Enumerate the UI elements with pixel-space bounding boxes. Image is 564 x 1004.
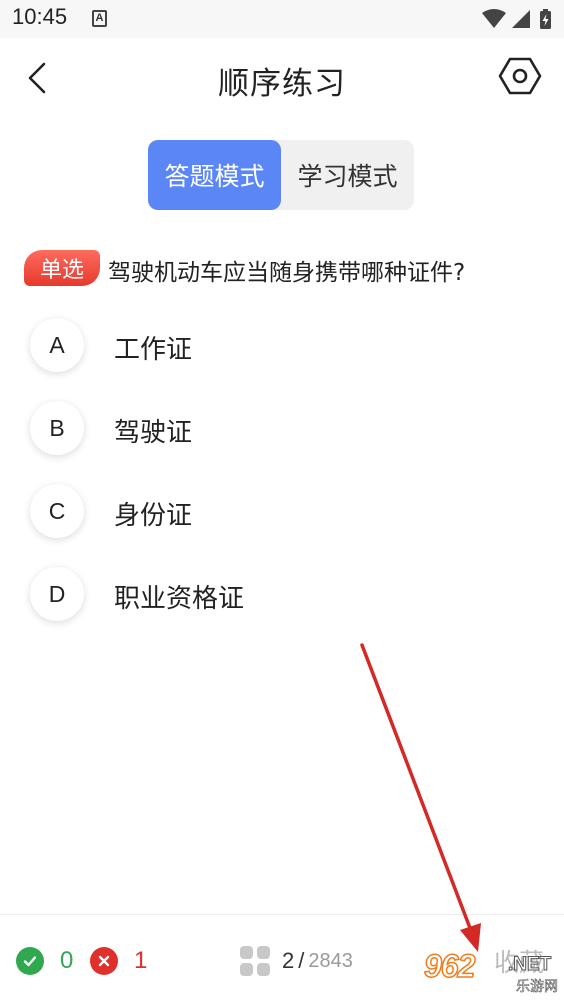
watermark-number: 962 xyxy=(423,947,476,985)
grid-icon xyxy=(240,946,270,976)
mode-switch: 答题模式 学习模式 xyxy=(148,140,414,210)
check-circle-icon xyxy=(16,947,44,975)
tab-answer-mode[interactable]: 答题模式 xyxy=(148,140,281,210)
question: 单选 驾驶机动车应当随身携带哪种证件? xyxy=(24,250,544,288)
option-d[interactable]: D 职业资格证 xyxy=(30,567,530,627)
signal-icon xyxy=(512,10,530,28)
x-circle-icon xyxy=(90,947,118,975)
option-letter: C xyxy=(30,484,84,538)
watermark-net: .NET xyxy=(507,954,552,976)
hexagon-settings-icon xyxy=(498,57,542,95)
status-icons xyxy=(482,8,554,30)
progress-separator: / xyxy=(298,948,305,973)
question-type-badge: 单选 xyxy=(24,250,100,286)
option-b[interactable]: B 驾驶证 xyxy=(30,401,530,461)
option-text: 驾驶证 xyxy=(114,418,193,448)
option-c[interactable]: C 身份证 xyxy=(30,484,530,544)
option-letter: B xyxy=(30,401,84,455)
page-title: 顺序练习 xyxy=(218,66,346,102)
question-text: 驾驶机动车应当随身携带哪种证件? xyxy=(108,260,466,286)
option-a[interactable]: A 工作证 xyxy=(30,318,530,378)
option-letter: D xyxy=(30,567,84,621)
option-text: 身份证 xyxy=(114,501,193,531)
status-time: 10:45 xyxy=(12,4,68,29)
wifi-icon xyxy=(482,9,506,28)
settings-button[interactable] xyxy=(498,54,542,98)
progress-total: 2843 xyxy=(308,949,353,972)
watermark-logo: 962 .NET 乐游网 xyxy=(423,946,560,1000)
battery-charging-icon xyxy=(540,9,551,29)
progress-button[interactable]: 2 / 2843 xyxy=(240,946,353,976)
option-letter: A xyxy=(30,318,84,372)
notification-a-icon: A xyxy=(92,10,107,27)
wrong-stat: 1 xyxy=(90,947,147,975)
option-text: 工作证 xyxy=(114,335,193,365)
correct-stat: 0 xyxy=(16,947,73,975)
header: 顺序练习 xyxy=(0,38,564,118)
status-bar: 10:45 A xyxy=(0,0,564,38)
correct-count: 0 xyxy=(60,947,74,974)
tab-study-mode[interactable]: 学习模式 xyxy=(281,140,414,210)
option-text: 职业资格证 xyxy=(114,584,245,614)
watermark-subtitle: 乐游网 xyxy=(516,979,559,996)
wrong-count: 1 xyxy=(134,947,148,974)
progress-current: 2 xyxy=(282,948,295,973)
